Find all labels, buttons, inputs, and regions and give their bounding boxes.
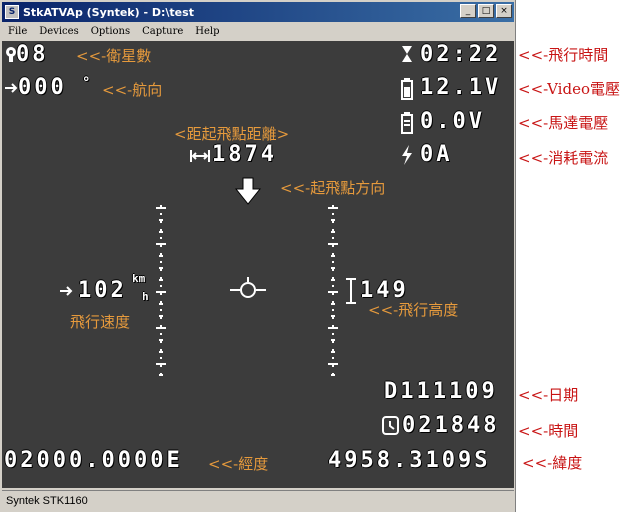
longitude-value: 02000.0000E bbox=[4, 448, 183, 473]
latitude-value: 4958.3109S bbox=[328, 448, 491, 473]
time-value: 021848 bbox=[402, 413, 500, 438]
app-window: S StkATVAp (Syntek) - D:\test _ □ × File… bbox=[0, 0, 516, 512]
minimize-button[interactable]: _ bbox=[460, 4, 476, 18]
longitude-annotation: <<-經度 bbox=[208, 455, 269, 473]
speed-unit-km: km bbox=[132, 272, 146, 285]
status-bar: Syntek STK1160 bbox=[2, 490, 514, 510]
clock-icon bbox=[382, 416, 399, 435]
maximize-button[interactable]: □ bbox=[478, 4, 494, 18]
window-controls: _ □ × bbox=[460, 4, 512, 18]
motor-voltage: 0.0V bbox=[420, 109, 485, 134]
menu-capture[interactable]: Capture bbox=[142, 26, 183, 37]
app-icon: S bbox=[5, 5, 19, 19]
heading-arrow-icon bbox=[5, 83, 18, 93]
latitude-annotation: <<-緯度 bbox=[522, 454, 583, 472]
hourglass-icon bbox=[402, 46, 412, 62]
menu-help[interactable]: Help bbox=[195, 26, 219, 37]
altitude-annotation: <<-飛行高度 bbox=[368, 301, 459, 319]
time-annotation: <<-時間 bbox=[518, 422, 579, 440]
status-text: Syntek STK1160 bbox=[6, 494, 88, 507]
crosshair-icon bbox=[230, 277, 266, 298]
video-screen: 08 <<-衛星數 000 ° <<-航向 02:22 12.1V 0.0V 0… bbox=[2, 41, 514, 488]
speed-annotation: 飛行速度 bbox=[70, 313, 131, 331]
video-battery-icon bbox=[401, 78, 413, 100]
date-value: D111109 bbox=[384, 379, 498, 404]
heading-annotation: <<-航向 bbox=[102, 81, 163, 99]
flight-time-annotation: <<-飛行時間 bbox=[518, 46, 609, 64]
altitude-ladder bbox=[328, 205, 338, 378]
menu-bar: File Devices Options Capture Help bbox=[2, 23, 226, 40]
distance-annotation: <距起飛點距離> bbox=[174, 125, 290, 143]
close-button[interactable]: × bbox=[496, 4, 512, 18]
video-voltage-annotation: <<-Video電壓 bbox=[518, 80, 620, 98]
heading-value: 000 bbox=[18, 75, 67, 100]
distance-icon bbox=[190, 150, 210, 162]
current-annotation: <<-消耗電流 bbox=[518, 149, 609, 167]
satellites-annotation: <<-衛星數 bbox=[76, 47, 152, 65]
speed-pointer-icon bbox=[60, 286, 73, 296]
distance-value: 1874 bbox=[212, 142, 277, 167]
flight-time: 02:22 bbox=[420, 42, 502, 67]
altitude-icon bbox=[346, 278, 356, 304]
title-bar[interactable]: S StkATVAp (Syntek) - D:\test _ □ × bbox=[2, 2, 514, 22]
lightning-icon bbox=[402, 145, 412, 165]
current-value: 0A bbox=[420, 142, 453, 167]
window-title: StkATVAp (Syntek) - D:\test bbox=[23, 5, 194, 19]
speed-unit-h: h bbox=[142, 290, 149, 303]
motor-battery-icon bbox=[401, 112, 413, 134]
home-direction-annotation: <<-起飛點方向 bbox=[280, 179, 386, 197]
menu-file[interactable]: File bbox=[8, 26, 27, 37]
heading-degree: ° bbox=[82, 75, 91, 91]
speed-ladder bbox=[156, 205, 166, 378]
date-annotation: <<-日期 bbox=[518, 386, 579, 404]
menu-options[interactable]: Options bbox=[91, 26, 130, 37]
home-direction-arrow-icon bbox=[235, 177, 261, 205]
motor-voltage-annotation: <<-馬達電壓 bbox=[518, 114, 609, 132]
satellite-count: 08 bbox=[16, 42, 49, 67]
speed-value: 102 bbox=[78, 278, 127, 303]
video-voltage: 12.1V bbox=[420, 75, 502, 100]
menu-devices[interactable]: Devices bbox=[39, 26, 78, 37]
